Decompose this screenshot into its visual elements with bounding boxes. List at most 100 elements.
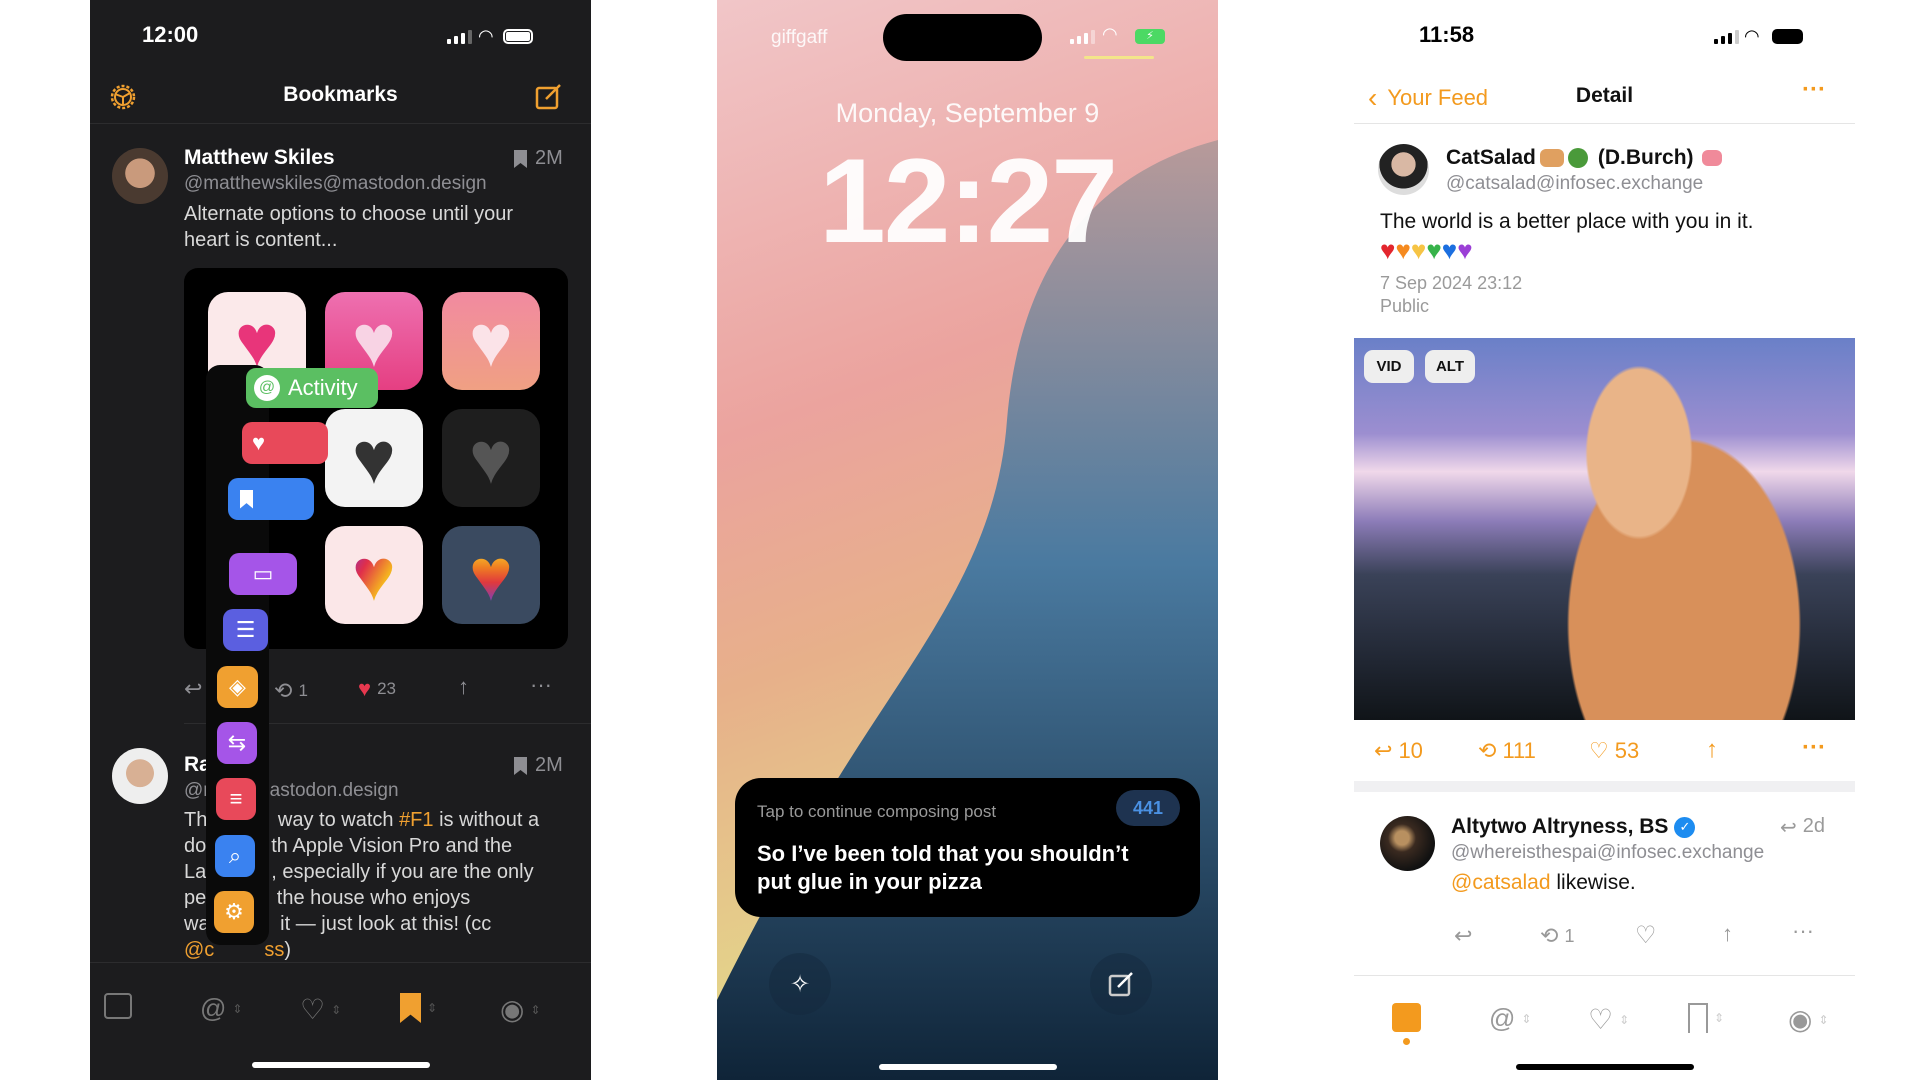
- signpost-icon: ⇆: [227, 730, 247, 755]
- more-button[interactable]: ···: [1802, 734, 1826, 762]
- tags-option[interactable]: ◈: [217, 666, 258, 708]
- lock-date: Monday, September 9: [835, 98, 1100, 128]
- author-name: (D.Burch): [1597, 146, 1694, 169]
- filter-icon: ≡: [229, 786, 243, 811]
- heart-outline-icon: ♡: [300, 994, 326, 1025]
- tab-bookmarks[interactable]: ⇕: [400, 993, 437, 1023]
- avatar[interactable]: [1380, 816, 1435, 871]
- avatar[interactable]: [1378, 144, 1429, 195]
- tab-favourites[interactable]: ♡ ⇕: [1588, 1003, 1629, 1036]
- chevron-updown-icon: ⇕: [232, 1001, 243, 1016]
- chevron-updown-icon: ⇕: [1818, 1012, 1829, 1027]
- compose-widget[interactable]: Tap to continue composing post 441 So I’…: [735, 778, 1200, 917]
- mention-link[interactable]: @catsalad: [1451, 871, 1551, 894]
- gear-icon: ⚙: [224, 899, 244, 924]
- tab-bar: @ ⇕ ♡ ⇕ ⇕ ◉ ⇕: [90, 975, 591, 1045]
- text: pe: [184, 887, 207, 909]
- like-button[interactable]: ♡: [1635, 921, 1657, 950]
- heart-emojis: ♥♥♥♥♥♥: [1380, 236, 1473, 264]
- reply-indicator-icon: ↩: [1780, 817, 1797, 839]
- repost-icon: ⟲: [274, 678, 293, 703]
- inbox-option[interactable]: ▭: [229, 553, 297, 595]
- more-button[interactable]: ···: [530, 672, 552, 698]
- bookmark-outline-icon: [1688, 1003, 1708, 1033]
- at-icon: @: [254, 375, 280, 401]
- more-button[interactable]: ···: [1802, 76, 1826, 104]
- avatar[interactable]: [112, 148, 168, 204]
- like-button[interactable]: ♡ 53: [1589, 738, 1639, 764]
- text: Th: [184, 809, 208, 831]
- reply-button[interactable]: ↩: [1454, 923, 1472, 949]
- text: ): [284, 939, 291, 961]
- like-button[interactable]: ♥ 23: [358, 676, 396, 702]
- heart-emoji-icon: ♥: [1441, 235, 1458, 265]
- author-name: CatSalad: [1446, 146, 1536, 169]
- repost-count: 1: [1564, 925, 1575, 946]
- chevron-updown-icon: ⇕: [427, 1001, 438, 1015]
- cat-image: [1504, 338, 1804, 720]
- search-option[interactable]: ⌕: [215, 835, 255, 877]
- favourites-option[interactable]: ♥: [242, 422, 328, 464]
- tab-profile[interactable]: ◉ ⇕: [1788, 1003, 1829, 1036]
- chevron-updown-icon: ⇕: [1521, 1011, 1532, 1026]
- post-handle: @matthewskiles@mastodon.design: [184, 173, 487, 194]
- tab-feed[interactable]: [1392, 1003, 1421, 1045]
- post-author[interactable]: Matthew Skiles: [184, 146, 335, 170]
- tab-feed[interactable]: [104, 993, 132, 1019]
- bookmarks-option[interactable]: [228, 478, 314, 520]
- chevron-updown-icon: ⇕: [331, 1002, 342, 1017]
- profile-icon: ◉: [1788, 1004, 1813, 1035]
- divider: [1354, 975, 1855, 976]
- hashtag-link[interactable]: #F1: [399, 809, 433, 831]
- dynamic-island: [883, 14, 1042, 61]
- detail-phone: 11:58 ◠ ‹ Your Feed Detail ··· CatSalad (D…: [1354, 0, 1855, 1080]
- mention-link[interactable]: @c: [184, 939, 214, 961]
- divider: [90, 962, 591, 963]
- share-button[interactable]: ↑: [458, 674, 469, 700]
- tab-profile[interactable]: ◉ ⇕: [500, 993, 541, 1026]
- text: it — just look at this! (cc: [274, 913, 492, 935]
- heart-emoji-icon: ♥: [1380, 235, 1396, 265]
- filters-option[interactable]: ≡: [216, 778, 256, 820]
- explore-option[interactable]: ⇆: [217, 722, 257, 764]
- more-button[interactable]: ···: [1792, 918, 1814, 944]
- author-name: Altytwo Altryness, BS: [1451, 815, 1669, 838]
- repost-button[interactable]: ⟲ 1: [274, 678, 308, 704]
- reply-button[interactable]: ↩ 10: [1374, 738, 1423, 764]
- text: the house who enjoys: [271, 887, 471, 909]
- bookmark-icon: [514, 150, 527, 168]
- mention-link[interactable]: ss: [264, 939, 284, 961]
- activity-option[interactable]: @ Activity: [246, 368, 378, 408]
- post-author[interactable]: CatSalad (D.Burch): [1446, 146, 1722, 170]
- magic-wand-button[interactable]: ✧: [769, 953, 831, 1015]
- repost-button[interactable]: ⟲ 111: [1478, 738, 1536, 764]
- chevron-updown-icon: ⇕: [530, 1002, 541, 1017]
- reply-button[interactable]: ↩: [184, 676, 202, 702]
- battery-icon: [1772, 29, 1803, 44]
- magic-wand-icon: ✧: [789, 970, 811, 998]
- lists-option[interactable]: ☰: [223, 609, 268, 651]
- tab-mentions[interactable]: @ ⇕: [200, 993, 242, 1024]
- alt-badge[interactable]: ALT: [1425, 350, 1475, 383]
- share-button[interactable]: ↑: [1706, 736, 1718, 764]
- bookmark-icon: [514, 757, 527, 775]
- avatar[interactable]: [112, 748, 168, 804]
- tab-favourites[interactable]: ♡ ⇕: [300, 993, 341, 1026]
- repost-button[interactable]: ⟲ 1: [1540, 923, 1574, 949]
- reply-author[interactable]: Altytwo Altryness, BS ✓: [1451, 815, 1696, 839]
- reply-count: 10: [1398, 738, 1423, 763]
- tab-mentions[interactable]: @ ⇕: [1489, 1003, 1531, 1034]
- reply-icon: ↩: [1374, 738, 1393, 763]
- tab-bookmarks[interactable]: ⇕: [1688, 1003, 1724, 1033]
- text: do: [184, 835, 207, 857]
- tray-icon: ▭: [252, 561, 274, 586]
- compose-icon[interactable]: [534, 82, 564, 112]
- text: is without a: [433, 809, 540, 831]
- tag-icon: ◈: [229, 674, 246, 699]
- video-media[interactable]: VID ALT: [1354, 338, 1855, 720]
- settings-option[interactable]: ⚙: [214, 891, 254, 933]
- share-button[interactable]: ↑: [1722, 921, 1733, 947]
- activity-label: Activity: [288, 375, 358, 400]
- compose-button[interactable]: [1090, 953, 1152, 1015]
- compose-icon: [1108, 972, 1133, 997]
